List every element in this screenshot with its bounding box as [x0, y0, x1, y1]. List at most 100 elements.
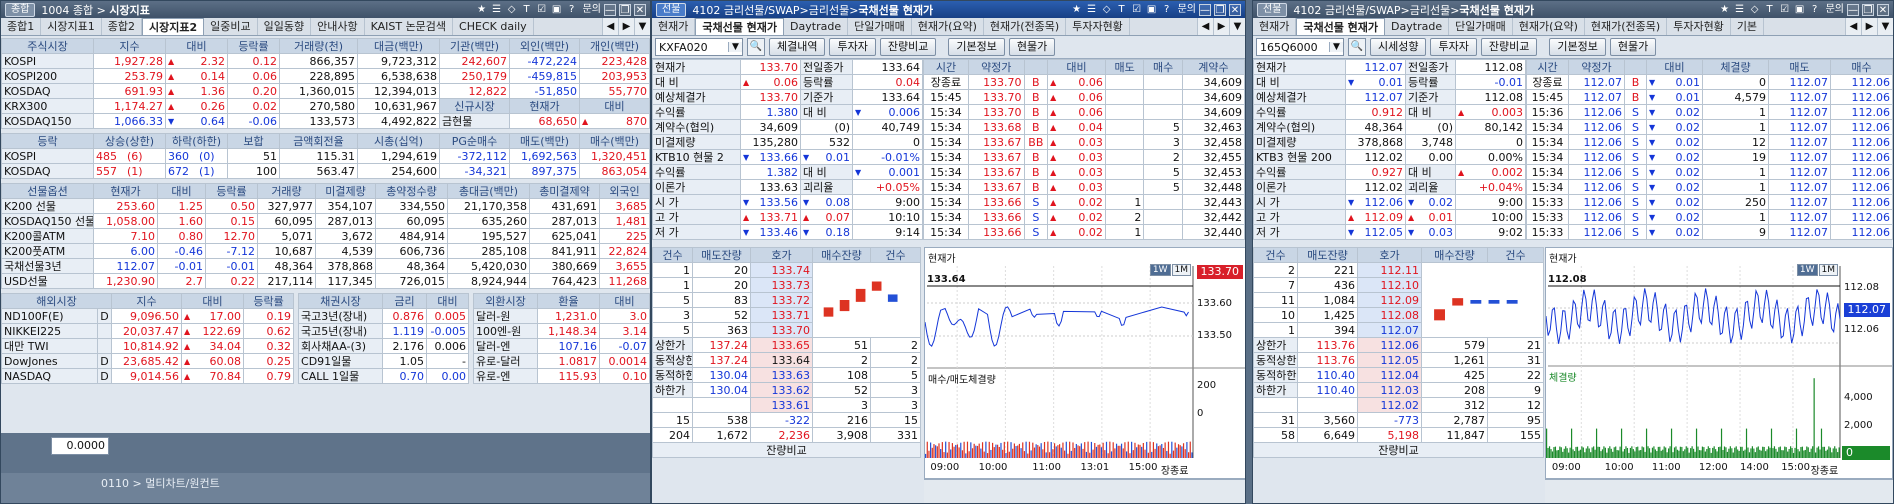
- tick-row[interactable]: 15:34112.06S0.0219112.07112.06: [1526, 149, 1893, 165]
- fx-row[interactable]: 유로-달러 1.0817 0.0014: [473, 353, 650, 369]
- tab-0[interactable]: 종합1: [1, 18, 42, 35]
- toolbar-button-1[interactable]: 투자자: [829, 38, 876, 56]
- overseas-row[interactable]: 대만 TWI 10,814.9234.040.32: [1, 338, 295, 354]
- stock-row[interactable]: KRX3001,174.270.260.02270,58010,631,967신…: [1, 98, 650, 114]
- link-icon[interactable]: ◇: [1749, 4, 1761, 16]
- quote-row[interactable]: 예상체결가 112.07 기준가 112.08: [1253, 89, 1526, 105]
- quote-row[interactable]: 고 가112.090.0110:00: [1253, 209, 1526, 225]
- search-icon[interactable]: 🔍: [747, 38, 765, 56]
- header-row[interactable]: 외환시장 환율 대비: [473, 293, 650, 309]
- scroll-right-icon[interactable]: ▶: [618, 18, 634, 35]
- favorite-icon[interactable]: ★: [1719, 4, 1731, 16]
- quote-row[interactable]: 예상체결가 133.70 기준가 133.64: [652, 89, 923, 105]
- ask-price[interactable]: 133.70: [750, 322, 813, 338]
- tick-row[interactable]: 15:33112.06S0.02250112.07112.06: [1526, 194, 1893, 210]
- menu-icon[interactable]: ☰: [1086, 4, 1098, 16]
- tick-row[interactable]: 장종료112.07B0.010112.07112.06: [1526, 74, 1893, 90]
- summary-row[interactable]: 58 6,649 5,198 11,847 155: [1253, 427, 1544, 443]
- check-icon[interactable]: ☑: [1131, 4, 1143, 16]
- period-1m[interactable]: 1M: [1171, 264, 1191, 276]
- text-icon[interactable]: T: [1116, 4, 1128, 16]
- header-row[interactable]: 선물옵션 현재가 대비 등락률 거래량 미결제량 총약정수량 총대금(백만) 총미결제약 외국인: [1, 183, 650, 199]
- symbol-combo[interactable]: KXFA020 ▼: [655, 38, 743, 56]
- quote-row[interactable]: 현재가 112.07 전일종가 112.08: [1253, 59, 1526, 75]
- tab-5[interactable]: 현재가(전종목): [984, 18, 1067, 35]
- toolbar-button-3[interactable]: 기본정보: [948, 38, 1005, 56]
- print-icon[interactable]: ▣: [1794, 4, 1806, 16]
- summary-row[interactable]: 15 538 -322 216 15: [652, 412, 921, 428]
- toolbar-button-2[interactable]: 잔량비교: [1480, 38, 1538, 56]
- header-row[interactable]: 해외시장 지수 대비 등락률: [1, 293, 295, 309]
- tick-row[interactable]: 15:34133.68B0.04 532,463: [923, 119, 1245, 135]
- tab-1[interactable]: 국채선물 현재가: [695, 18, 785, 35]
- check-icon[interactable]: ☑: [1779, 4, 1791, 16]
- link-icon[interactable]: ◇: [1101, 4, 1113, 16]
- quote-row[interactable]: 수익률0.912대 비0.003: [1253, 104, 1526, 120]
- bid-price[interactable]: 112.03: [1357, 382, 1422, 398]
- bid-row[interactable]: 하한가 130.04 133.62 52 3: [652, 382, 921, 398]
- inquiry-label[interactable]: 문의: [1826, 4, 1844, 16]
- bid-row[interactable]: 112.02 312 12: [1253, 397, 1544, 413]
- header-row[interactable]: 건수 매도잔량 호가 매수잔량 건수: [1253, 247, 1544, 263]
- futures-row[interactable]: K200콜ATM 7.10 0.80 12.70 5,071 3,672 484,914 19…: [1, 228, 650, 244]
- overseas-row[interactable]: NASDAQD9,014.5670.840.79: [1, 368, 295, 384]
- quote-row[interactable]: 계약수(협의) 48,364 (0) 80,142: [1253, 119, 1526, 135]
- tab-3[interactable]: 시장지표2: [141, 18, 205, 35]
- ask-price[interactable]: 112.11: [1357, 262, 1422, 278]
- footer-row[interactable]: 잔량비교: [652, 442, 921, 458]
- minimized-window-title[interactable]: 0110 > 멀티차트/원컨트: [101, 475, 220, 491]
- stock-row[interactable]: KOSDAQ1501,066.330.64-0.06133,5734,492,8…: [1, 113, 650, 129]
- tick-row[interactable]: 15:34133.67BB0.03 332,458: [923, 134, 1245, 150]
- price-chart[interactable]: 현재가 1W 1M 112.08 112.07 112.08 112.06 체결량 4,000 2…: [1545, 247, 1893, 479]
- overseas-row[interactable]: DowJonesD23,685.4260.080.25: [1, 353, 295, 369]
- toolbar-button-4[interactable]: 현물가: [1609, 38, 1657, 56]
- tab-2[interactable]: 종합2: [102, 18, 142, 35]
- ask-price[interactable]: 133.73: [750, 277, 813, 293]
- tab-5[interactable]: 일일동향: [258, 18, 312, 35]
- ask-row[interactable]: 2 221 112.11: [1253, 262, 1544, 338]
- quote-row[interactable]: 시 가112.060.029:00: [1253, 194, 1526, 210]
- tick-row[interactable]: 15:34112.06S0.021112.07112.06: [1526, 179, 1893, 195]
- title-bar[interactable]: 종합 1004 종합 > 시장지표 ★ ☰ ◇ T ☑ ▣? 문의 — ❐ ✕: [1, 1, 650, 18]
- toolbar-button-0[interactable]: 체결내역: [769, 38, 826, 56]
- futures-row[interactable]: KOSDAQ150 선물 1,058.00 1.60 0.15 60,095 287,01…: [1, 213, 650, 229]
- tab-5[interactable]: 현재가(전종목): [1585, 18, 1668, 35]
- symbol-input[interactable]: KXFA020: [656, 41, 728, 54]
- period-1w[interactable]: 1W: [1796, 264, 1818, 276]
- bid-row[interactable]: 상한가 113.76 112.06 579 21: [1253, 337, 1544, 353]
- tick-row[interactable]: 15:34133.67B0.03 232,455: [923, 149, 1245, 165]
- bid-row[interactable]: 동적하한 130.04 133.63 108 5: [652, 367, 921, 383]
- symbol-input[interactable]: 165Q6000: [1257, 41, 1329, 54]
- title-bar[interactable]: 선물 4102 금리선물/SWAP>금리선물>국채선물 현재가 ★ ☰ ◇ T ☑ ▣? 문…: [652, 1, 1245, 18]
- bid-row[interactable]: 하한가 110.40 112.03 208 9: [1253, 382, 1544, 398]
- tab-1[interactable]: 시장지표1: [41, 18, 102, 35]
- tab-3[interactable]: 단일가매매: [848, 18, 912, 35]
- ask-price[interactable]: 112.07: [1357, 322, 1422, 338]
- bond-row[interactable]: CALL 1일물 0.70 0.00: [298, 368, 470, 384]
- scroll-right-icon[interactable]: ▶: [1861, 18, 1877, 35]
- quote-row[interactable]: 저 가112.050.039:02: [1253, 224, 1526, 240]
- header-row[interactable]: 건수 매도잔량 호가 매수잔량 건수: [652, 247, 921, 263]
- toolbar-button-2[interactable]: 잔량비교: [879, 38, 937, 56]
- print-icon[interactable]: ▣: [551, 4, 563, 16]
- bond-row[interactable]: CD91일물 1.05-: [298, 353, 470, 369]
- quote-row[interactable]: 대 비0.01등락률-0.01: [1253, 74, 1526, 90]
- link-icon[interactable]: ◇: [506, 4, 518, 16]
- bid-row[interactable]: 상한가 137.24 133.65 51 2: [652, 337, 921, 353]
- scroll-left-icon[interactable]: ◀: [1845, 18, 1861, 35]
- favorite-icon[interactable]: ★: [476, 4, 488, 16]
- bid-row[interactable]: 동적상한 137.24 133.64 2 2: [652, 352, 921, 368]
- bid-price[interactable]: 133.65: [750, 337, 813, 353]
- quote-row[interactable]: 대 비0.06등락률0.04: [652, 74, 923, 90]
- tab-6[interactable]: 안내사항: [311, 18, 365, 35]
- bid-row[interactable]: 동적상한 113.76 112.05 1,261 31: [1253, 352, 1544, 368]
- footer-row[interactable]: 잔량비교: [1253, 442, 1544, 458]
- period-1m[interactable]: 1M: [1818, 264, 1838, 276]
- tick-row[interactable]: 15:34133.67B0.03 532,453: [923, 164, 1245, 180]
- bid-price[interactable]: 133.61: [750, 397, 813, 413]
- inquiry-label[interactable]: 문의: [1178, 4, 1196, 16]
- bid-price[interactable]: 112.06: [1357, 337, 1422, 353]
- quote-row[interactable]: KTB3 현물 200 112.02 0.00 0.00%: [1253, 149, 1526, 165]
- header-row[interactable]: 시간 약정가 대비 체결량 매도 매수: [1526, 59, 1893, 75]
- print-icon[interactable]: ▣: [1146, 4, 1158, 16]
